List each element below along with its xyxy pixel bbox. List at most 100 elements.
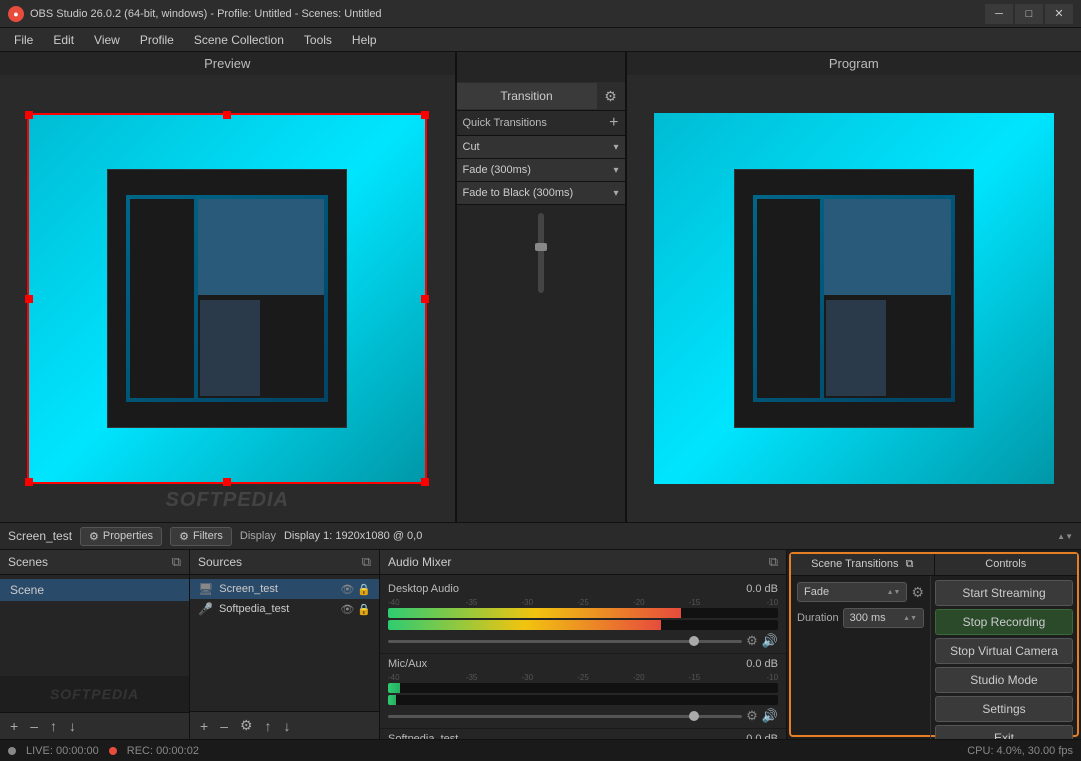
desktop-audio-header: Desktop Audio 0.0 dB: [388, 583, 778, 595]
mic-audio-meter-fill: [388, 683, 400, 693]
mic-audio-meter-fill-2: [388, 695, 396, 705]
cut-chevron-icon: ▾: [613, 142, 618, 153]
sources-header-label: Sources: [198, 555, 362, 569]
live-label: LIVE: 00:00:00: [26, 745, 99, 757]
source-bar-arrows[interactable]: ▲▼: [1057, 532, 1073, 541]
program-label: Program: [627, 52, 1081, 75]
mic-audio-name: Mic/Aux: [388, 658, 746, 670]
transition-gear-button[interactable]: ⚙: [597, 82, 625, 110]
mic-volume-slider[interactable]: [388, 715, 742, 718]
source-item-1[interactable]: 🖥 Screen_test 👁 🔒: [190, 579, 379, 599]
fade-black-label: Fade to Black (300ms): [463, 187, 614, 199]
stop-recording-button[interactable]: Stop Recording: [935, 609, 1073, 635]
st-duration-input[interactable]: 300 ms ▲▼: [843, 608, 924, 628]
mic-audio-settings-btn[interactable]: ⚙: [746, 708, 758, 724]
desktop-audio-mute-btn[interactable]: 🔊: [762, 633, 778, 649]
st-gear-button[interactable]: ⚙: [911, 584, 924, 601]
desktop-audio-name: Desktop Audio: [388, 583, 746, 595]
cut-dropdown[interactable]: Cut ▾: [457, 136, 625, 159]
right-panels-header: Scene Transitions ⧉ Controls: [791, 554, 1077, 576]
menu-scene-collection[interactable]: Scene Collection: [184, 31, 294, 49]
scenes-down-button[interactable]: ↓: [65, 716, 80, 736]
desktop-slider-thumb: [689, 636, 699, 646]
scenes-up-button[interactable]: ↑: [46, 716, 61, 736]
filters-button[interactable]: ⚙ Filters: [170, 527, 232, 546]
quick-transitions-add-button[interactable]: +: [609, 115, 618, 131]
audio-track-mic: Mic/Aux 0.0 dB -40-35-30-25-20-15-10: [380, 654, 786, 729]
stop-virtual-camera-button[interactable]: Stop Virtual Camera: [935, 638, 1073, 664]
menu-tools[interactable]: Tools: [294, 31, 342, 49]
desktop-audio-db: 0.0 dB: [746, 583, 778, 595]
maximize-button[interactable]: □: [1015, 4, 1043, 24]
sources-settings-button[interactable]: ⚙: [236, 715, 257, 736]
close-button[interactable]: ✕: [1045, 4, 1073, 24]
quick-transitions-label: Quick Transitions: [463, 117, 610, 129]
desktop-audio-settings-btn[interactable]: ⚙: [746, 633, 758, 649]
scenes-panel: Scenes ⧉ Scene SOFTPEDIA + – ↑ ↓: [0, 550, 190, 739]
mic-audio-controls-row: ⚙ 🔊: [388, 708, 778, 724]
transition-slider[interactable]: [538, 213, 544, 293]
exit-button[interactable]: Exit: [935, 725, 1073, 739]
program-section: Program: [626, 52, 1081, 522]
source-lock-button-1[interactable]: 🔒: [357, 583, 371, 596]
desktop-volume-slider[interactable]: [388, 640, 742, 643]
properties-icon: ⚙: [89, 530, 99, 543]
program-fake-screen: [654, 113, 1054, 484]
source-eye-button-1[interactable]: 👁: [340, 583, 354, 596]
program-canvas: [627, 75, 1081, 522]
menu-help[interactable]: Help: [342, 31, 387, 49]
preview-mini: [126, 195, 328, 401]
quick-transitions-row: Quick Transitions +: [457, 111, 625, 136]
sources-add-button[interactable]: +: [196, 716, 212, 736]
source-item-2[interactable]: 🎤 Softpedia_test 👁 🔒: [190, 599, 379, 619]
rec-label: REC: 00:00:02: [127, 745, 199, 757]
scenes-header-label: Scenes: [8, 555, 172, 569]
transition-button[interactable]: Transition: [457, 83, 597, 109]
scenes-remove-button[interactable]: –: [26, 716, 42, 736]
audio-track-desktop: Desktop Audio 0.0 dB -40-35-30-25-20-15-…: [380, 579, 786, 654]
menu-edit[interactable]: Edit: [43, 31, 84, 49]
menu-profile[interactable]: Profile: [130, 31, 184, 49]
mic-audio-meter: [388, 683, 778, 693]
sources-panel-footer: + – ⚙ ↑ ↓: [190, 711, 379, 739]
source-eye-button-2[interactable]: 👁: [340, 603, 354, 616]
st-fade-label: Fade: [804, 586, 887, 598]
preview-label: Preview: [0, 52, 455, 75]
start-streaming-button[interactable]: Start Streaming: [935, 580, 1073, 606]
sources-up-button[interactable]: ↑: [261, 716, 276, 736]
mic-audio-mute-btn[interactable]: 🔊: [762, 708, 778, 724]
scenes-add-button[interactable]: +: [6, 716, 22, 736]
scenes-copy-icon[interactable]: ⧉: [172, 554, 181, 570]
transition-slider-area: [457, 205, 625, 301]
fade300-dropdown[interactable]: Fade (300ms) ▾: [457, 159, 625, 182]
transition-slider-thumb: [535, 243, 547, 251]
menu-file[interactable]: File: [4, 31, 43, 49]
audio-mixer-panel: Audio Mixer ⧉ Desktop Audio 0.0 dB -40-3…: [380, 550, 787, 739]
st-fade-dropdown[interactable]: Fade ▲▼: [797, 582, 907, 602]
preview-canvas: SOFTPEDIA: [0, 75, 455, 522]
properties-button[interactable]: ⚙ Properties: [80, 527, 162, 546]
gear-icon: ⚙: [604, 88, 617, 105]
program-panel-1: [757, 199, 820, 397]
display-label: Display: [240, 530, 276, 542]
display-value: Display 1: 1920x1080 @ 0,0: [284, 530, 422, 542]
minimize-button[interactable]: ─: [985, 4, 1013, 24]
sources-copy-icon[interactable]: ⧉: [362, 554, 371, 570]
source-lock-button-2[interactable]: 🔒: [357, 603, 371, 616]
desktop-audio-ticks: -40-35-30-25-20-15-10: [388, 598, 778, 607]
scenes-softpedia: SOFTPEDIA: [10, 686, 179, 702]
transition-header: Transition ⚙: [457, 82, 625, 111]
audio-mixer-content: Desktop Audio 0.0 dB -40-35-30-25-20-15-…: [380, 575, 786, 739]
sources-remove-button[interactable]: –: [216, 716, 232, 736]
menu-view[interactable]: View: [84, 31, 130, 49]
scene-item-1[interactable]: Scene: [0, 579, 189, 601]
cut-label: Cut: [463, 141, 614, 153]
fade-black-dropdown[interactable]: Fade to Black (300ms) ▾: [457, 182, 625, 205]
main-area: Preview: [0, 52, 1081, 739]
settings-button[interactable]: Settings: [935, 696, 1073, 722]
audio-mixer-copy-icon[interactable]: ⧉: [769, 554, 778, 570]
sources-down-button[interactable]: ↓: [280, 716, 295, 736]
scene-transitions-copy-icon[interactable]: ⧉: [906, 558, 914, 570]
studio-mode-button[interactable]: Studio Mode: [935, 667, 1073, 693]
desktop-audio-meter-2: [388, 620, 778, 630]
